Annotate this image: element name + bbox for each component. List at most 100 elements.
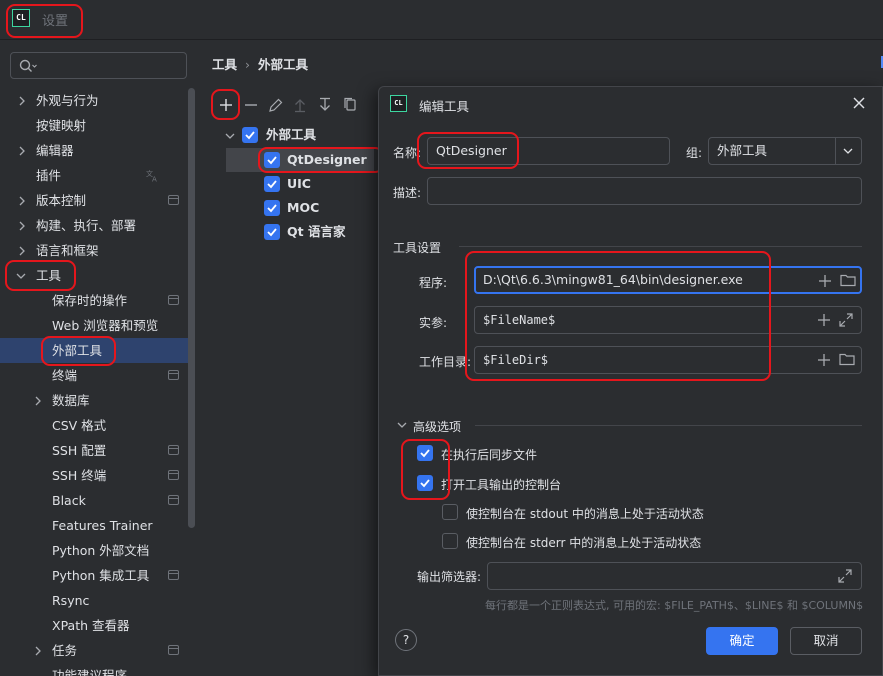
move-up-button[interactable] (288, 92, 312, 118)
sidebar-item-label: 任务 (52, 643, 78, 658)
group-checkbox[interactable] (242, 127, 258, 143)
sidebar-item-python-docs[interactable]: Python 外部文档 (0, 538, 195, 563)
project-scope-icon (168, 470, 179, 480)
expand-icon[interactable] (839, 313, 853, 327)
move-down-icon (320, 97, 330, 111)
tree-group-external-tools[interactable]: 外部工具 (222, 123, 382, 147)
sidebar-item-actions-on-save[interactable]: 保存时的操作 (0, 288, 195, 313)
tool-checkbox[interactable] (264, 224, 280, 240)
sidebar-item-editor[interactable]: 编辑器 (0, 138, 195, 163)
remove-icon (245, 104, 257, 106)
annotation-mark-checkboxes (401, 439, 450, 500)
sidebar-item-black[interactable]: Black (0, 488, 195, 513)
sidebar-scrollbar[interactable] (188, 88, 195, 528)
project-scope-icon (168, 570, 179, 580)
stdout-checkbox[interactable] (442, 504, 458, 520)
tree-item-moc[interactable]: MOC (226, 196, 374, 220)
help-button[interactable]: ? (395, 629, 417, 651)
remove-button[interactable] (239, 92, 263, 118)
tool-checkbox[interactable] (264, 200, 280, 216)
breadcrumb-separator: › (245, 57, 251, 72)
project-scope-icon (168, 195, 179, 205)
sidebar-item-python-tools[interactable]: Python 集成工具 (0, 563, 195, 588)
chevron-right-icon (19, 221, 25, 231)
ok-button[interactable]: 确定 (706, 627, 778, 655)
group-select-value: 外部工具 (717, 143, 768, 158)
add-macro-icon[interactable] (817, 313, 831, 327)
program-label: 程序: (419, 276, 448, 290)
sidebar-item-label: Black (52, 493, 86, 508)
breadcrumb: 工具 › 外部工具 (212, 54, 308, 73)
sidebar-item-label: Python 集成工具 (52, 568, 150, 583)
title-bar: CL 设置 (0, 0, 883, 40)
annotation-mark-qtdesigner (258, 147, 384, 173)
sidebar-item-tasks[interactable]: 任务 (0, 638, 195, 663)
open-console-label: 打开工具输出的控制台 (441, 478, 562, 492)
sync-files-label: 在执行后同步文件 (441, 448, 538, 462)
project-scope-icon (168, 495, 179, 505)
tree-item-label: MOC (287, 200, 320, 215)
folder-icon[interactable] (839, 352, 855, 366)
sidebar-item-keymap[interactable]: 按键映射 (0, 113, 195, 138)
sidebar-item-label: 功能建议程序 (52, 668, 128, 676)
sidebar-item-xpath[interactable]: XPath 查看器 (0, 613, 195, 638)
stdout-label: 使控制台在 stdout 中的消息上处于活动状态 (466, 507, 704, 521)
sidebar-item-csv[interactable]: CSV 格式 (0, 413, 195, 438)
sidebar-item-terminal[interactable]: 终端 (0, 363, 195, 388)
sidebar-item-ssh-config[interactable]: SSH 配置 (0, 438, 195, 463)
sidebar-item-rsync[interactable]: Rsync (0, 588, 195, 613)
project-scope-icon (168, 295, 179, 305)
chevron-down-icon[interactable] (397, 421, 407, 429)
folder-icon[interactable] (840, 273, 856, 287)
description-label: 描述: (393, 186, 422, 200)
sidebar-item-ssh-terminal[interactable]: SSH 终端 (0, 463, 195, 488)
check-icon (267, 204, 277, 213)
sidebar-item-label: 按键映射 (36, 118, 87, 133)
breadcrumb-parent[interactable]: 工具 (212, 57, 237, 72)
section-divider (459, 246, 862, 247)
chevron-down-icon (835, 138, 853, 164)
add-macro-icon[interactable] (817, 353, 831, 367)
sidebar-item-label: 版本控制 (36, 193, 87, 208)
search-input[interactable] (10, 52, 187, 79)
check-icon (267, 228, 277, 237)
add-macro-icon[interactable] (818, 274, 832, 288)
sidebar-item-features-trainer[interactable]: Features Trainer (0, 513, 195, 538)
tree-item-label: Qt 语言家 (287, 224, 346, 239)
cancel-button[interactable]: 取消 (790, 627, 862, 655)
description-field[interactable] (427, 177, 862, 205)
arguments-label: 实参: (419, 316, 448, 330)
sidebar-item-database[interactable]: 数据库 (0, 388, 195, 413)
edit-button[interactable] (263, 92, 287, 118)
copy-button[interactable] (338, 92, 362, 118)
search-icon (19, 59, 37, 72)
check-icon (267, 180, 277, 189)
sidebar-item-appearance[interactable]: 外观与行为 (0, 88, 195, 113)
sidebar-item-feature-suggester[interactable]: 功能建议程序 (0, 663, 195, 676)
sidebar-item-plugins[interactable]: 插件 文 A (0, 163, 195, 188)
chevron-right-icon (19, 146, 25, 156)
tools-tree: 外部工具 QtDesigner UIC MOC Qt 语言家 (212, 120, 384, 666)
sidebar-item-vcs[interactable]: 版本控制 (0, 188, 195, 213)
sidebar-item-label: Rsync (52, 593, 90, 608)
stderr-checkbox[interactable] (442, 533, 458, 549)
expand-icon[interactable] (838, 569, 852, 583)
project-scope-icon (168, 445, 179, 455)
sidebar-item-web-browsers[interactable]: Web 浏览器和预览 (0, 313, 195, 338)
output-filters-field[interactable] (487, 562, 862, 590)
sidebar-item-label: 数据库 (52, 393, 90, 408)
tool-settings-title: 工具设置 (393, 241, 442, 255)
tree-item-uic[interactable]: UIC (226, 172, 374, 196)
chevron-right-icon (19, 96, 25, 106)
advanced-options-title[interactable]: 高级选项 (413, 418, 461, 435)
move-down-button[interactable] (313, 92, 337, 118)
close-icon[interactable] (853, 97, 865, 109)
sidebar-item-label: Web 浏览器和预览 (52, 318, 159, 333)
chevron-right-icon (35, 646, 41, 656)
group-select[interactable]: 外部工具 (708, 137, 862, 165)
sidebar-item-label: 外观与行为 (36, 93, 99, 108)
tool-checkbox[interactable] (264, 176, 280, 192)
settings-sidebar: 外观与行为 按键映射 编辑器 插件 文 A 版本控制 构建、执行、部署 语言和框… (0, 40, 195, 676)
tree-item-qt-linguist[interactable]: Qt 语言家 (226, 220, 374, 244)
sidebar-item-build[interactable]: 构建、执行、部署 (0, 213, 195, 238)
